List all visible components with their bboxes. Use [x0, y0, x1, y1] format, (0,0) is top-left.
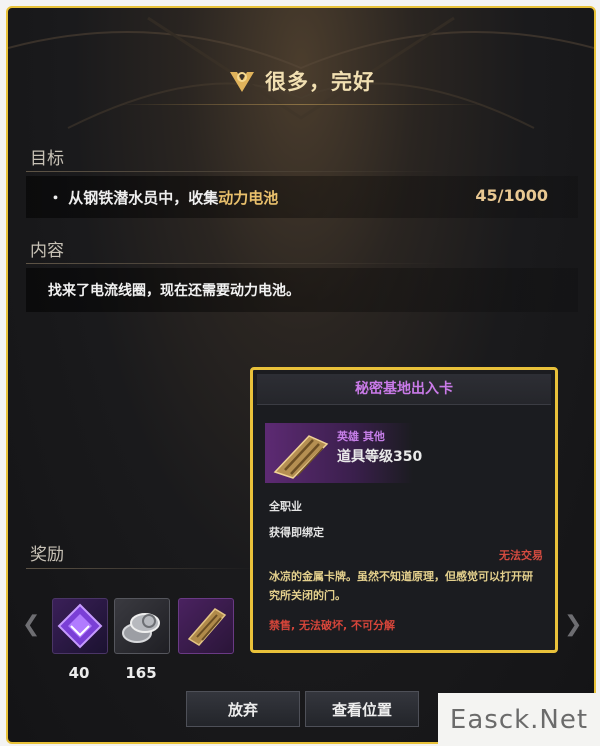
- item-tooltip: 秘密基地出入卡 英雄 其他 道具等级350 全职业 获得即绑定 无法交易 冰凉的…: [250, 367, 558, 653]
- quest-title-text: 很多，完好: [265, 70, 375, 94]
- content-rule: [26, 263, 446, 264]
- quest-title: 很多，完好: [227, 66, 375, 96]
- tooltip-description: 冰凉的金属卡牌。虽然不知道原理，但感觉可以打开研究所关闭的门。: [269, 570, 533, 602]
- access-card-icon: [187, 608, 227, 646]
- tooltip-grade: 英雄 其他: [337, 430, 385, 443]
- objective-text: ・ 从钢铁潜水员中，收集动力电池: [48, 187, 278, 208]
- reward-prev-arrow[interactable]: ❮: [22, 612, 40, 637]
- reward-count-1: 40: [68, 664, 90, 682]
- title-divider: [118, 104, 484, 105]
- tooltip-class: 全职业: [269, 500, 302, 513]
- reward-slot-1[interactable]: [52, 598, 108, 654]
- objective-heading: 目标: [30, 149, 64, 169]
- reward-slot-2[interactable]: [114, 598, 170, 654]
- tooltip-binding: 获得即绑定: [269, 526, 324, 539]
- objective-prefix: ・ 从钢铁潜水员中，收集: [48, 189, 219, 207]
- quest-emblem-icon: [230, 72, 254, 92]
- content-panel: 找来了电流线圈，现在还需要动力电池。: [26, 268, 578, 312]
- objective-rule: [26, 171, 446, 172]
- tooltip-item-name: 秘密基地出入卡: [257, 374, 551, 405]
- purple-crystal-icon: [57, 603, 103, 649]
- tooltip-trade: 无法交易: [499, 549, 543, 562]
- tooltip-restrictions: 禁售, 无法破坏, 不可分解: [269, 619, 396, 632]
- content-heading: 内容: [30, 241, 64, 261]
- view-location-button[interactable]: 查看位置: [305, 691, 419, 727]
- reward-slot-3[interactable]: [178, 598, 234, 654]
- objective-panel: ・ 从钢铁潜水员中，收集动力电池 45/1000: [26, 176, 578, 218]
- objective-item: 动力电池: [218, 189, 279, 207]
- abandon-button[interactable]: 放弃: [186, 691, 300, 727]
- reward-count-2: 165: [125, 664, 157, 682]
- reward-heading: 奖励: [30, 545, 64, 565]
- watermark: Easck.Net: [438, 693, 600, 746]
- silver-coins-icon: [122, 613, 160, 643]
- reward-next-arrow[interactable]: ❯: [564, 612, 582, 637]
- content-text: 找来了电流线圈，现在还需要动力电池。: [48, 283, 300, 299]
- objective-progress: 45/1000: [475, 186, 548, 205]
- tooltip-item-level: 道具等级350: [337, 449, 423, 465]
- access-card-icon: [273, 435, 329, 479]
- reward-rule: [26, 568, 256, 569]
